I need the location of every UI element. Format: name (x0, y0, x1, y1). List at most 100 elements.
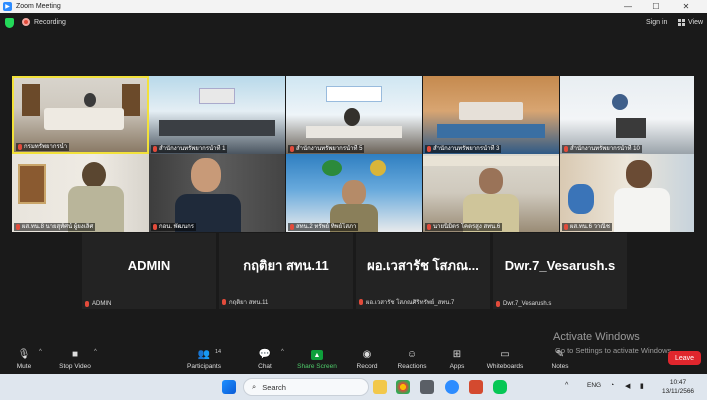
activate-windows-subtext: Go to Settings to activate Windows. (555, 346, 674, 355)
apps-grid-icon: ⊞ (452, 348, 462, 360)
video-tile[interactable]: ผส.ทน.6 วาณิช (560, 154, 694, 232)
chat-label: Chat (258, 363, 272, 370)
chat-button[interactable]: 💬 Chat (252, 340, 278, 374)
sign-in-button[interactable]: Sign in (646, 19, 667, 26)
notes-label: Notes (551, 363, 569, 370)
clock-time: 10:47 (669, 379, 687, 386)
video-tile[interactable]: สำนักงานทรัพยากรน้ำที่ 10 (560, 76, 694, 154)
grid-view-icon (678, 19, 685, 26)
camera-app-icon[interactable] (420, 380, 434, 394)
apps-label: Apps (449, 363, 465, 370)
stop-video-button[interactable]: ■ Stop Video (56, 340, 94, 374)
file-explorer-icon[interactable] (373, 380, 387, 394)
share-screen-button[interactable]: ▲ Share Screen (296, 340, 338, 374)
video-feed (423, 76, 559, 154)
close-window-button[interactable]: ✕ (672, 0, 700, 13)
video-feed (423, 154, 559, 232)
activate-windows-watermark: Activate Windows (553, 331, 640, 343)
chat-bubble-icon: 💬 (258, 348, 272, 360)
recording-indicator[interactable]: Recording (22, 18, 66, 26)
video-tile[interactable]: สทน.2 ทรัพย์ ทิพย์โสภา (286, 154, 422, 232)
video-feed (149, 76, 285, 154)
view-button[interactable]: View (678, 19, 703, 26)
participant-name-label: กรมทรัพยากรน้ำ (16, 143, 70, 151)
video-tile[interactable]: สำนักงานทรัพยากรน้ำที่ 1 (149, 76, 285, 154)
participant-avatar-tile[interactable]: Dwr.7_Vesarush.s Dwr.7_Vesarush.s (493, 233, 627, 309)
zoom-taskbar-icon[interactable] (445, 380, 459, 394)
app-taskbar-icon[interactable] (469, 380, 483, 394)
recording-label: Recording (34, 18, 66, 26)
mic-muted-icon (153, 224, 157, 230)
participants-count-badge: 14 (215, 349, 222, 355)
mic-muted-icon (290, 224, 294, 230)
participant-name-label: ADMIN (85, 301, 111, 307)
mic-muted-icon (359, 299, 363, 305)
whiteboards-button[interactable]: ▭ Whiteboards (485, 340, 525, 374)
video-options-chevron-icon[interactable]: ^ (94, 349, 97, 355)
video-feed (560, 154, 694, 232)
video-tile[interactable]: นายนิมิตร โคตรสูง สทน.6 (423, 154, 559, 232)
video-tile[interactable]: สำนักงานทรัพยากรน้ำที่ 5 (286, 76, 422, 154)
participant-avatar-tile[interactable]: ADMIN ADMIN (82, 233, 216, 309)
keyboard-language-indicator[interactable]: ENG (587, 382, 601, 389)
line-app-icon[interactable] (493, 380, 507, 394)
windows-start-icon[interactable] (222, 380, 236, 394)
chrome-icon[interactable] (396, 380, 410, 394)
participant-avatar-tile[interactable]: ผอ.เวสารัช โสภณ... ผอ.เวสารัช โสภณศิริทร… (356, 233, 490, 309)
apps-button[interactable]: ⊞ Apps (446, 340, 468, 374)
battery-icon[interactable]: ▮ (640, 382, 644, 390)
network-wifi-icon[interactable]: ◔ (610, 382, 614, 389)
reactions-button[interactable]: ☺ Reactions (396, 340, 428, 374)
video-tile[interactable]: สำนักงานทรัพยากรน้ำที่ 3 (423, 76, 559, 154)
participants-label: Participants (187, 363, 221, 370)
record-button[interactable]: ◉ Record (354, 340, 380, 374)
video-tile[interactable]: กรมทรัพยากรน้ำ (12, 76, 149, 154)
mic-muted-icon (222, 299, 226, 305)
taskbar-search-placeholder: Search (262, 382, 286, 392)
record-icon: ◉ (362, 348, 372, 360)
mic-muted-icon (564, 146, 568, 152)
taskbar-search-box[interactable]: ⌕ Search (243, 378, 369, 396)
participant-name-label: สำนักงานทรัพยากรน้ำที่ 1 (151, 145, 228, 153)
share-screen-icon: ▲ (311, 350, 323, 360)
view-label: View (688, 19, 704, 26)
recording-dot-icon (22, 18, 30, 26)
video-feed (286, 154, 422, 232)
participant-name-label: กฤติยา สทน.11 (222, 297, 268, 307)
mic-muted-icon (16, 224, 20, 230)
clock-date: 13/11/2566 (662, 388, 695, 395)
whiteboards-label: Whiteboards (486, 363, 524, 370)
video-tile[interactable]: ผส.ทน.8 นายสุทัศน์ ผู้ยงเลิศ (12, 154, 149, 232)
video-tile[interactable]: กอน. พัฒนกร (149, 154, 285, 232)
leave-meeting-button[interactable]: Leave (668, 351, 701, 365)
window-title-bar: ▶ Zoom Meeting — ☐ ✕ (0, 0, 707, 13)
mute-label: Mute (16, 363, 32, 370)
audio-options-chevron-icon[interactable]: ^ (39, 349, 42, 355)
mic-muted-icon (153, 146, 157, 152)
participant-display-name: กฤติยา สทน.11 (243, 257, 329, 273)
security-shield-icon[interactable] (5, 18, 14, 28)
reactions-smiley-icon: ☺ (406, 348, 418, 360)
video-feed (12, 154, 149, 232)
minimize-button[interactable]: — (614, 0, 642, 13)
mute-button[interactable]: 🎙 Mute (12, 340, 36, 374)
maximize-button[interactable]: ☐ (642, 0, 670, 13)
speaker-volume-icon[interactable]: ◀ (625, 382, 630, 390)
tray-overflow-chevron-icon[interactable]: ^ (565, 382, 568, 389)
chat-options-chevron-icon[interactable]: ^ (281, 349, 284, 355)
microphone-icon: 🎙 (17, 348, 31, 360)
mic-muted-icon (290, 146, 294, 152)
participants-button[interactable]: 👥 Participants (184, 340, 224, 374)
video-feed (149, 154, 285, 232)
video-feed (560, 76, 694, 154)
participant-name-label: สำนักงานทรัพยากรน้ำที่ 5 (288, 145, 365, 153)
participant-display-name: Dwr.7_Vesarush.s (504, 257, 616, 273)
participant-name-label: ผอ.เวสารัช โสภณศิริทรัพย์_สทน.7 (359, 297, 454, 307)
participant-name-label: สำนักงานทรัพยากรน้ำที่ 10 (562, 145, 642, 153)
video-camera-icon: ■ (71, 348, 79, 360)
participant-name-label: สทน.2 ทรัพย์ ทิพย์โสภา (288, 223, 359, 231)
zoom-logo-icon: ▶ (3, 2, 12, 11)
participant-avatar-tile[interactable]: กฤติยา สทน.11 กฤติยา สทน.11 (219, 233, 353, 309)
share-screen-label: Share Screen (297, 363, 337, 370)
system-clock[interactable]: 10:47 13/11/2566 (662, 378, 694, 396)
